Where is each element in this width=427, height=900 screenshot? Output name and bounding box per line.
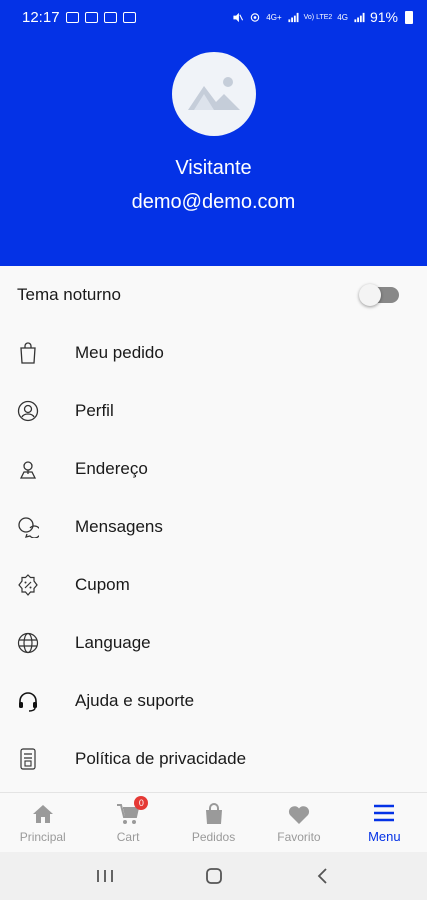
back-icon bbox=[317, 868, 327, 884]
profile-header: Visitante demo@demo.com bbox=[0, 34, 427, 266]
menu-item-label: Cupom bbox=[75, 575, 130, 594]
image-icon bbox=[103, 11, 117, 23]
dark-theme-toggle[interactable] bbox=[359, 284, 399, 306]
status-time: 12:17 bbox=[22, 8, 60, 26]
notification-icon bbox=[84, 11, 98, 23]
menu-item-label: Mensagens bbox=[75, 517, 163, 536]
menu-item-label: Perfil bbox=[75, 401, 114, 420]
nav-item-label: Favorito bbox=[277, 829, 321, 844]
menu-item-label: Política de privacidade bbox=[75, 749, 247, 768]
home-icon bbox=[31, 802, 55, 826]
headset-icon bbox=[17, 690, 39, 712]
dark-theme-label: Tema noturno bbox=[17, 285, 121, 304]
menu-item-label: Language bbox=[75, 633, 151, 652]
menu-list: Meu pedido Perfil Endereço Mensagens Cup… bbox=[0, 324, 427, 788]
user-name: Visitante bbox=[175, 157, 252, 179]
signal-icon bbox=[354, 12, 365, 22]
battery-percent: 91% bbox=[369, 9, 398, 25]
menu-item-coupon[interactable]: Cupom bbox=[0, 556, 427, 614]
back-button[interactable] bbox=[303, 861, 343, 891]
user-icon bbox=[17, 400, 39, 422]
nav-item-label: Cart bbox=[116, 829, 140, 844]
menu-icon bbox=[372, 801, 396, 825]
home-button[interactable] bbox=[194, 861, 234, 891]
network-label-3: 4G bbox=[337, 12, 348, 22]
battery-icon bbox=[405, 10, 413, 24]
nav-item-favorites[interactable]: Favorito bbox=[256, 793, 341, 852]
home-circle-icon bbox=[205, 868, 222, 884]
menu-item-help[interactable]: Ajuda e suporte bbox=[0, 672, 427, 730]
menu-item-profile[interactable]: Perfil bbox=[0, 382, 427, 440]
recent-apps-icon bbox=[96, 870, 113, 882]
nav-item-label: Principal bbox=[19, 829, 66, 844]
signal-icon bbox=[288, 12, 299, 22]
image-placeholder-icon bbox=[188, 77, 240, 110]
system-nav-bar bbox=[0, 852, 427, 900]
bottom-nav: Principal 0 Cart Pedidos Favorito Menu bbox=[0, 792, 427, 852]
network-label: 4G+ bbox=[266, 12, 282, 22]
user-email: demo@demo.com bbox=[131, 191, 296, 213]
menu-item-language[interactable]: Language bbox=[0, 614, 427, 672]
document-icon bbox=[17, 748, 39, 770]
status-bar: 12:17 4G+ Vo) LTE2 4G 91% bbox=[0, 0, 427, 34]
heart-icon bbox=[287, 802, 311, 826]
nav-item-orders[interactable]: Pedidos bbox=[171, 793, 256, 852]
avatar[interactable] bbox=[172, 52, 256, 136]
bag-icon bbox=[203, 802, 225, 826]
mute-icon bbox=[233, 12, 244, 22]
menu-item-messages[interactable]: Mensagens bbox=[0, 498, 427, 556]
menu-item-my-order[interactable]: Meu pedido bbox=[0, 324, 427, 382]
nav-item-cart[interactable]: 0 Cart bbox=[85, 793, 170, 852]
nav-item-label: Menu bbox=[368, 829, 401, 844]
recent-apps-button[interactable] bbox=[85, 861, 125, 891]
menu-item-label: Endereço bbox=[75, 459, 148, 478]
menu-item-label: Ajuda e suporte bbox=[75, 691, 195, 710]
notification-icon bbox=[65, 11, 79, 23]
hotspot-icon bbox=[251, 12, 260, 22]
globe-icon bbox=[17, 632, 39, 654]
toggle-knob bbox=[359, 284, 381, 306]
dark-theme-row[interactable]: Tema noturno bbox=[0, 266, 427, 324]
menu-item-address[interactable]: Endereço bbox=[0, 440, 427, 498]
status-left: 12:17 bbox=[22, 9, 136, 26]
shopping-bag-icon bbox=[17, 342, 39, 364]
menu-item-label: Meu pedido bbox=[75, 343, 164, 362]
nav-item-menu[interactable]: Menu bbox=[342, 793, 427, 852]
nav-item-home[interactable]: Principal bbox=[0, 793, 85, 852]
clipboard-icon bbox=[122, 11, 136, 23]
network-label-2: Vo) LTE2 bbox=[303, 13, 333, 21]
status-right: 4G+ Vo) LTE2 4G 91% bbox=[232, 9, 413, 25]
cart-badge: 0 bbox=[134, 796, 149, 810]
nav-item-label: Pedidos bbox=[191, 829, 236, 844]
menu-item-privacy-policy[interactable]: Política de privacidade bbox=[0, 730, 427, 788]
chat-icon bbox=[17, 516, 39, 538]
location-icon bbox=[17, 458, 39, 480]
coupon-icon bbox=[17, 574, 39, 596]
